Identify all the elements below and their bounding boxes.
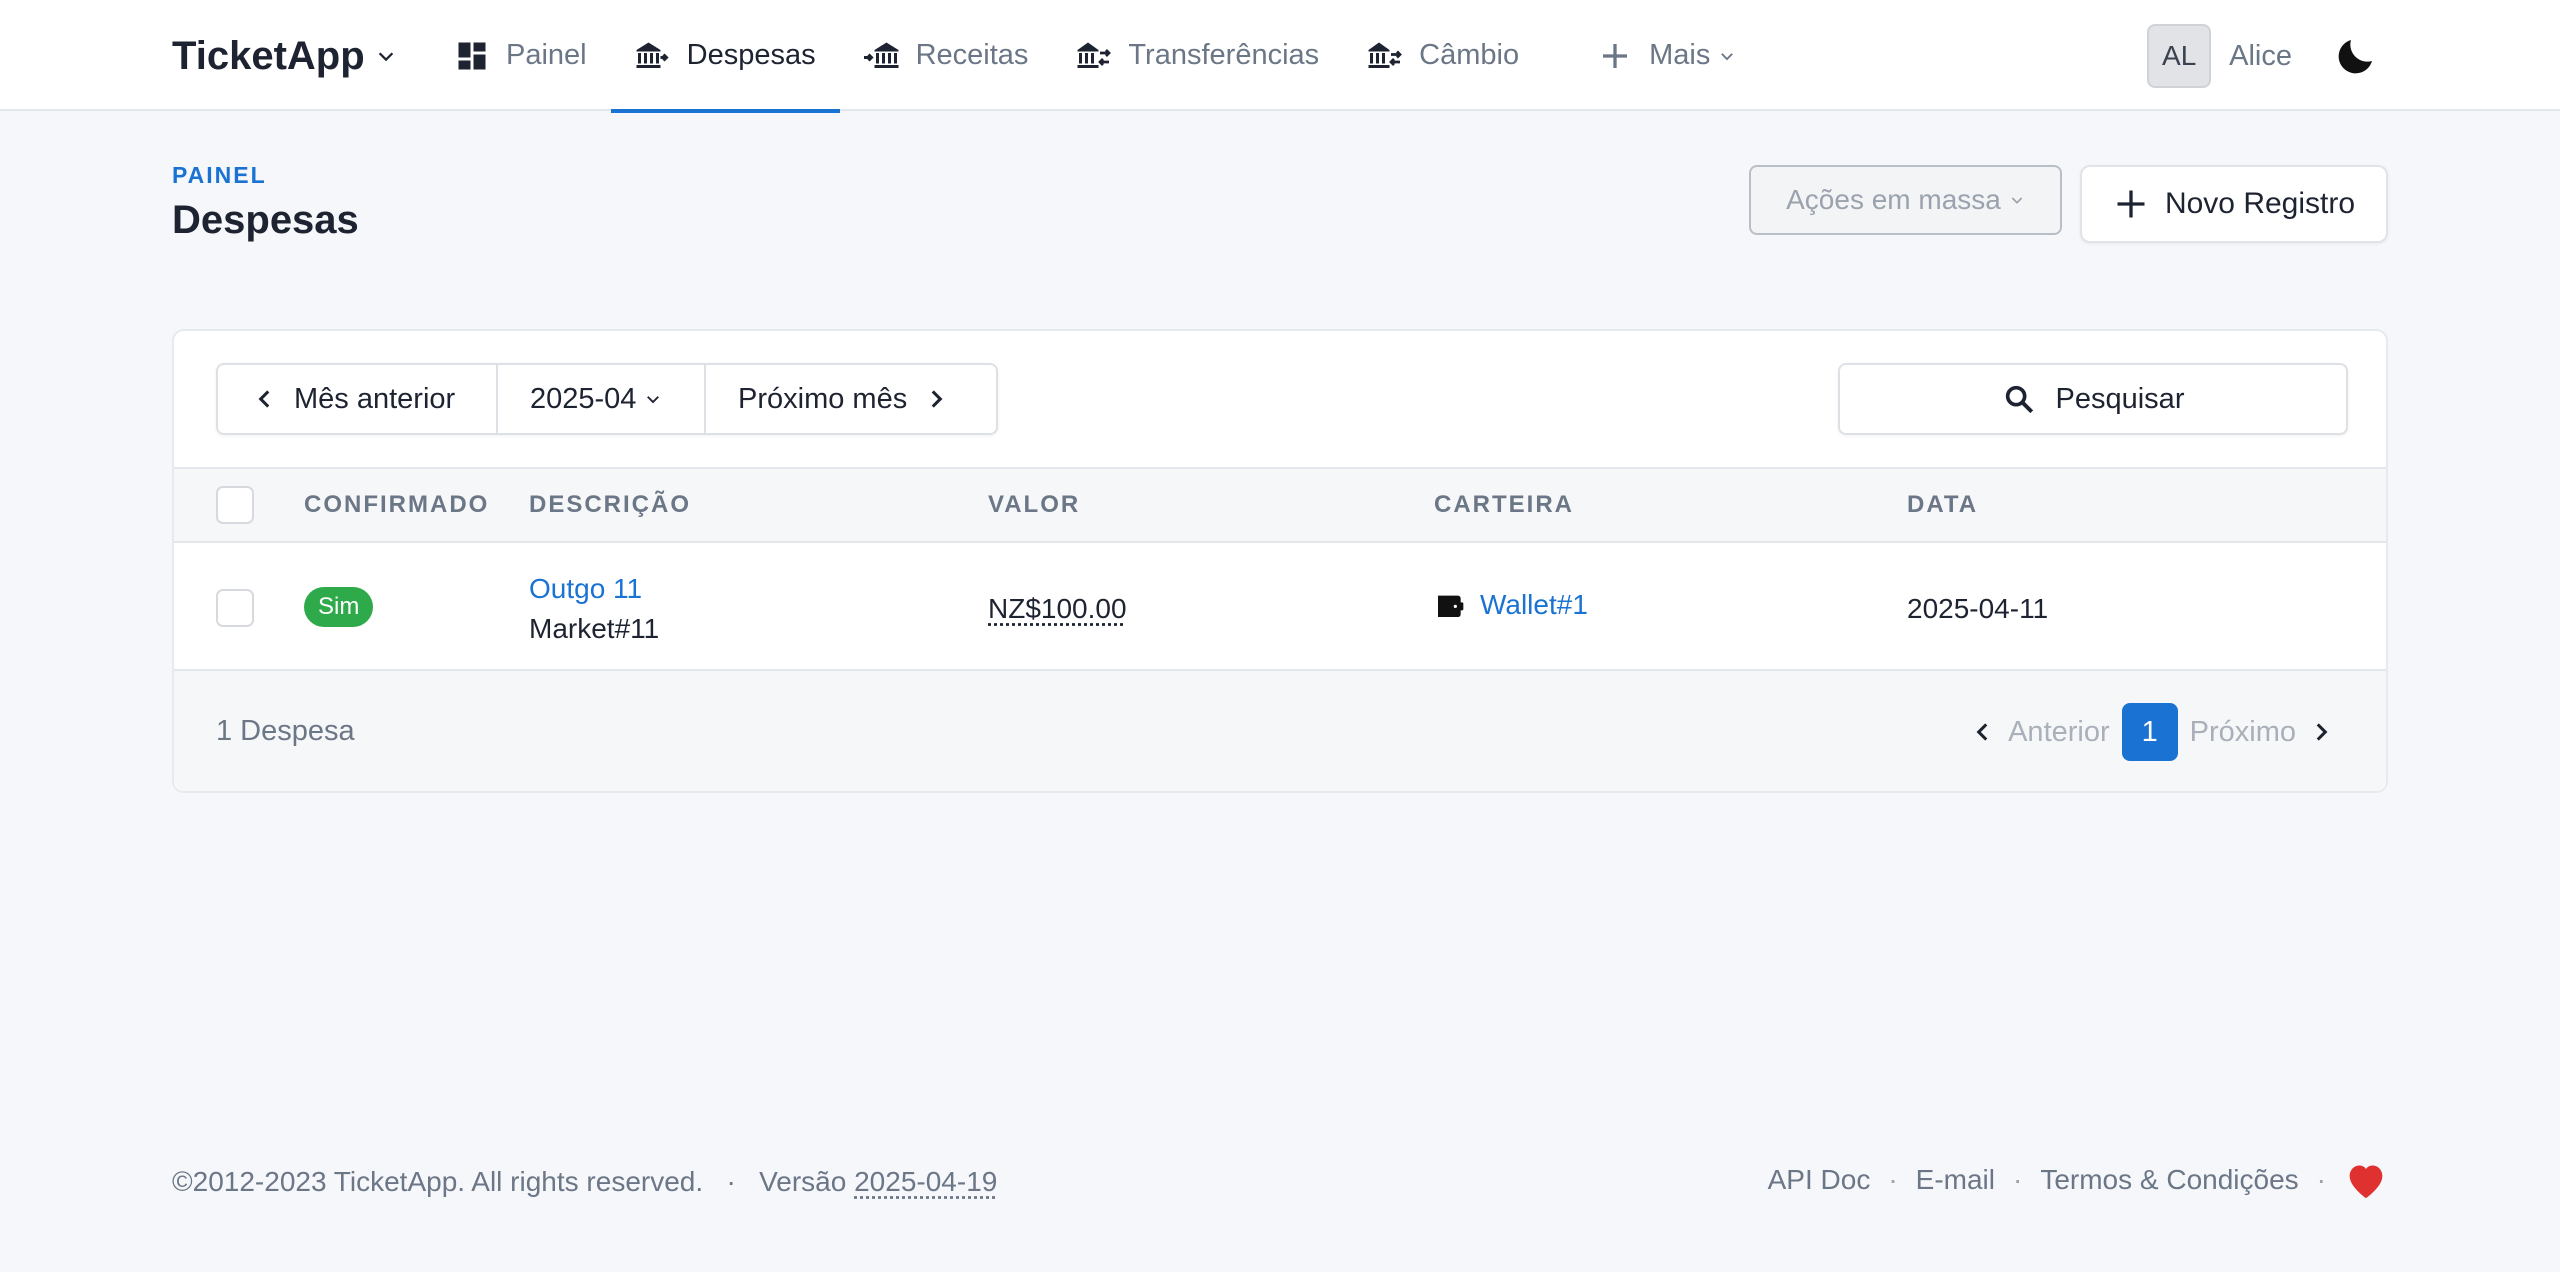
version-label: Versão (759, 1166, 847, 1197)
nav-item-mais[interactable]: Mais (1573, 0, 1760, 111)
search-button[interactable]: Pesquisar (1838, 363, 2348, 435)
top-navbar: TicketApp Painel Despesas Receitas Trans… (0, 0, 2560, 113)
column-header-descricao[interactable]: DESCRIÇÃO (529, 469, 691, 541)
chevron-down-icon (1721, 52, 1734, 60)
user-area: AL Alice (2147, 24, 2380, 88)
nav-item-receitas[interactable]: Receitas (840, 0, 1053, 111)
bank-in-icon (863, 42, 899, 68)
nav-item-label: Despesas (686, 39, 816, 71)
next-page-button[interactable]: Próximo (2190, 716, 2296, 749)
column-header-data[interactable]: DATA (1907, 469, 1978, 541)
nav-item-label: Transferências (1128, 39, 1320, 71)
table-header: CONFIRMADO DESCRIÇÃO VALOR CARTEIRA DATA (174, 467, 2386, 543)
footer-separator: · (2316, 1164, 2326, 1195)
select-all-checkbox[interactable] (216, 486, 254, 524)
footer-link-api-doc[interactable]: API Doc (1768, 1164, 1871, 1196)
column-header-carteira[interactable]: CARTEIRA (1434, 469, 1574, 541)
nav-item-label: Câmbio (1419, 39, 1520, 71)
chevron-down-icon (378, 52, 393, 62)
footer-separator: · (2013, 1164, 2023, 1195)
version-value: 2025-04-19 (854, 1166, 998, 1197)
description-link[interactable]: Outgo 11 (529, 573, 642, 605)
chevron-right-icon (931, 390, 943, 408)
avatar[interactable]: AL (2147, 24, 2212, 88)
nav-item-cambio[interactable]: Câmbio (1343, 0, 1543, 111)
footer-links: API Doc · E-mail · Termos & Condições · (1768, 1160, 2388, 1200)
table-row[interactable]: Sim Outgo 11 Market#11 NZ$100.00 Wallet#… (174, 543, 2386, 671)
page-title: Despesas (172, 198, 359, 242)
search-icon (2005, 385, 2033, 414)
month-select[interactable]: 2025-04 (498, 365, 706, 433)
page-number-button[interactable]: 1 (2121, 703, 2178, 761)
new-record-button[interactable]: Novo Registro (2080, 165, 2388, 243)
status-badge: Sim (304, 587, 374, 627)
prev-month-button[interactable]: Mês anterior (218, 365, 498, 433)
footer-link-email[interactable]: E-mail (1916, 1164, 1995, 1196)
footer-link-terms[interactable]: Termos & Condições (2040, 1164, 2298, 1196)
brand-menu[interactable]: TicketApp (172, 30, 397, 82)
bulk-actions-label: Ações em massa (1786, 184, 2001, 215)
nav-item-painel[interactable]: Painel (430, 0, 611, 111)
plus-icon (2117, 190, 2145, 218)
dashboard-icon (458, 42, 486, 69)
search-label: Pesquisar (2055, 382, 2185, 415)
footer-separator: · (1888, 1164, 1898, 1195)
nav-item-label: Mais (1649, 39, 1711, 71)
bank-transfer-icon (1077, 42, 1112, 68)
bulk-actions-button[interactable]: Ações em massa (1749, 165, 2062, 235)
bank-exchange-icon (1368, 42, 1403, 68)
main-nav: Painel Despesas Receitas Transferências … (430, 0, 1760, 113)
description-sub: Market#11 (529, 613, 660, 644)
chevron-left-icon[interactable] (1970, 719, 1996, 745)
column-header-confirmado[interactable]: CONFIRMADO (304, 469, 489, 541)
current-month-label: 2025-04 (530, 382, 637, 415)
footer-separator: · (726, 1166, 736, 1197)
wallet-label: Wallet#1 (1480, 589, 1588, 620)
footer-copyright: ©2012-2023 TicketApp. All rights reserve… (172, 1166, 997, 1198)
expenses-card: Mês anterior 2025-04 Próximo mês Pesquis… (172, 329, 2388, 793)
brand-name: TicketApp (172, 33, 365, 78)
pagination: Anterior 1 Próximo (1970, 703, 2334, 761)
chevron-down-icon (2011, 197, 2023, 204)
nav-item-despesas[interactable]: Despesas (610, 0, 840, 113)
table-footer: 1 Despesa Anterior 1 Próximo (174, 671, 2386, 791)
column-header-valor[interactable]: VALOR (988, 469, 1080, 541)
breadcrumb[interactable]: PAINEL (172, 162, 267, 189)
prev-month-label: Mês anterior (294, 382, 456, 415)
nav-item-label: Painel (506, 39, 587, 71)
next-month-label: Próximo mês (738, 382, 908, 415)
wallet-link[interactable]: Wallet#1 (1434, 589, 1588, 621)
dark-mode-toggle-icon[interactable] (2332, 32, 2380, 80)
chevron-down-icon (647, 396, 660, 404)
wallet-icon (1438, 595, 1464, 617)
nav-item-transferencias[interactable]: Transferências (1052, 0, 1343, 111)
nav-item-label: Receitas (915, 39, 1029, 71)
value-amount: NZ$100.00 (988, 593, 1127, 624)
heart-icon (2349, 1165, 2383, 1199)
date-value: 2025-04-11 (1907, 593, 2049, 624)
record-count: 1 Despesa (216, 715, 355, 747)
username[interactable]: Alice (2229, 40, 2292, 73)
chevron-right-icon[interactable] (2308, 719, 2334, 745)
month-navigator: Mês anterior 2025-04 Próximo mês (216, 363, 998, 435)
row-checkbox[interactable] (216, 589, 254, 627)
prev-page-button[interactable]: Anterior (2008, 716, 2110, 749)
plus-icon (1603, 43, 1628, 68)
copyright-text: ©2012-2023 TicketApp. All rights reserve… (172, 1166, 704, 1197)
new-record-label: Novo Registro (2164, 187, 2356, 220)
bank-out-icon (636, 42, 669, 68)
chevron-left-icon (258, 390, 270, 408)
next-month-button[interactable]: Próximo mês (706, 365, 996, 433)
